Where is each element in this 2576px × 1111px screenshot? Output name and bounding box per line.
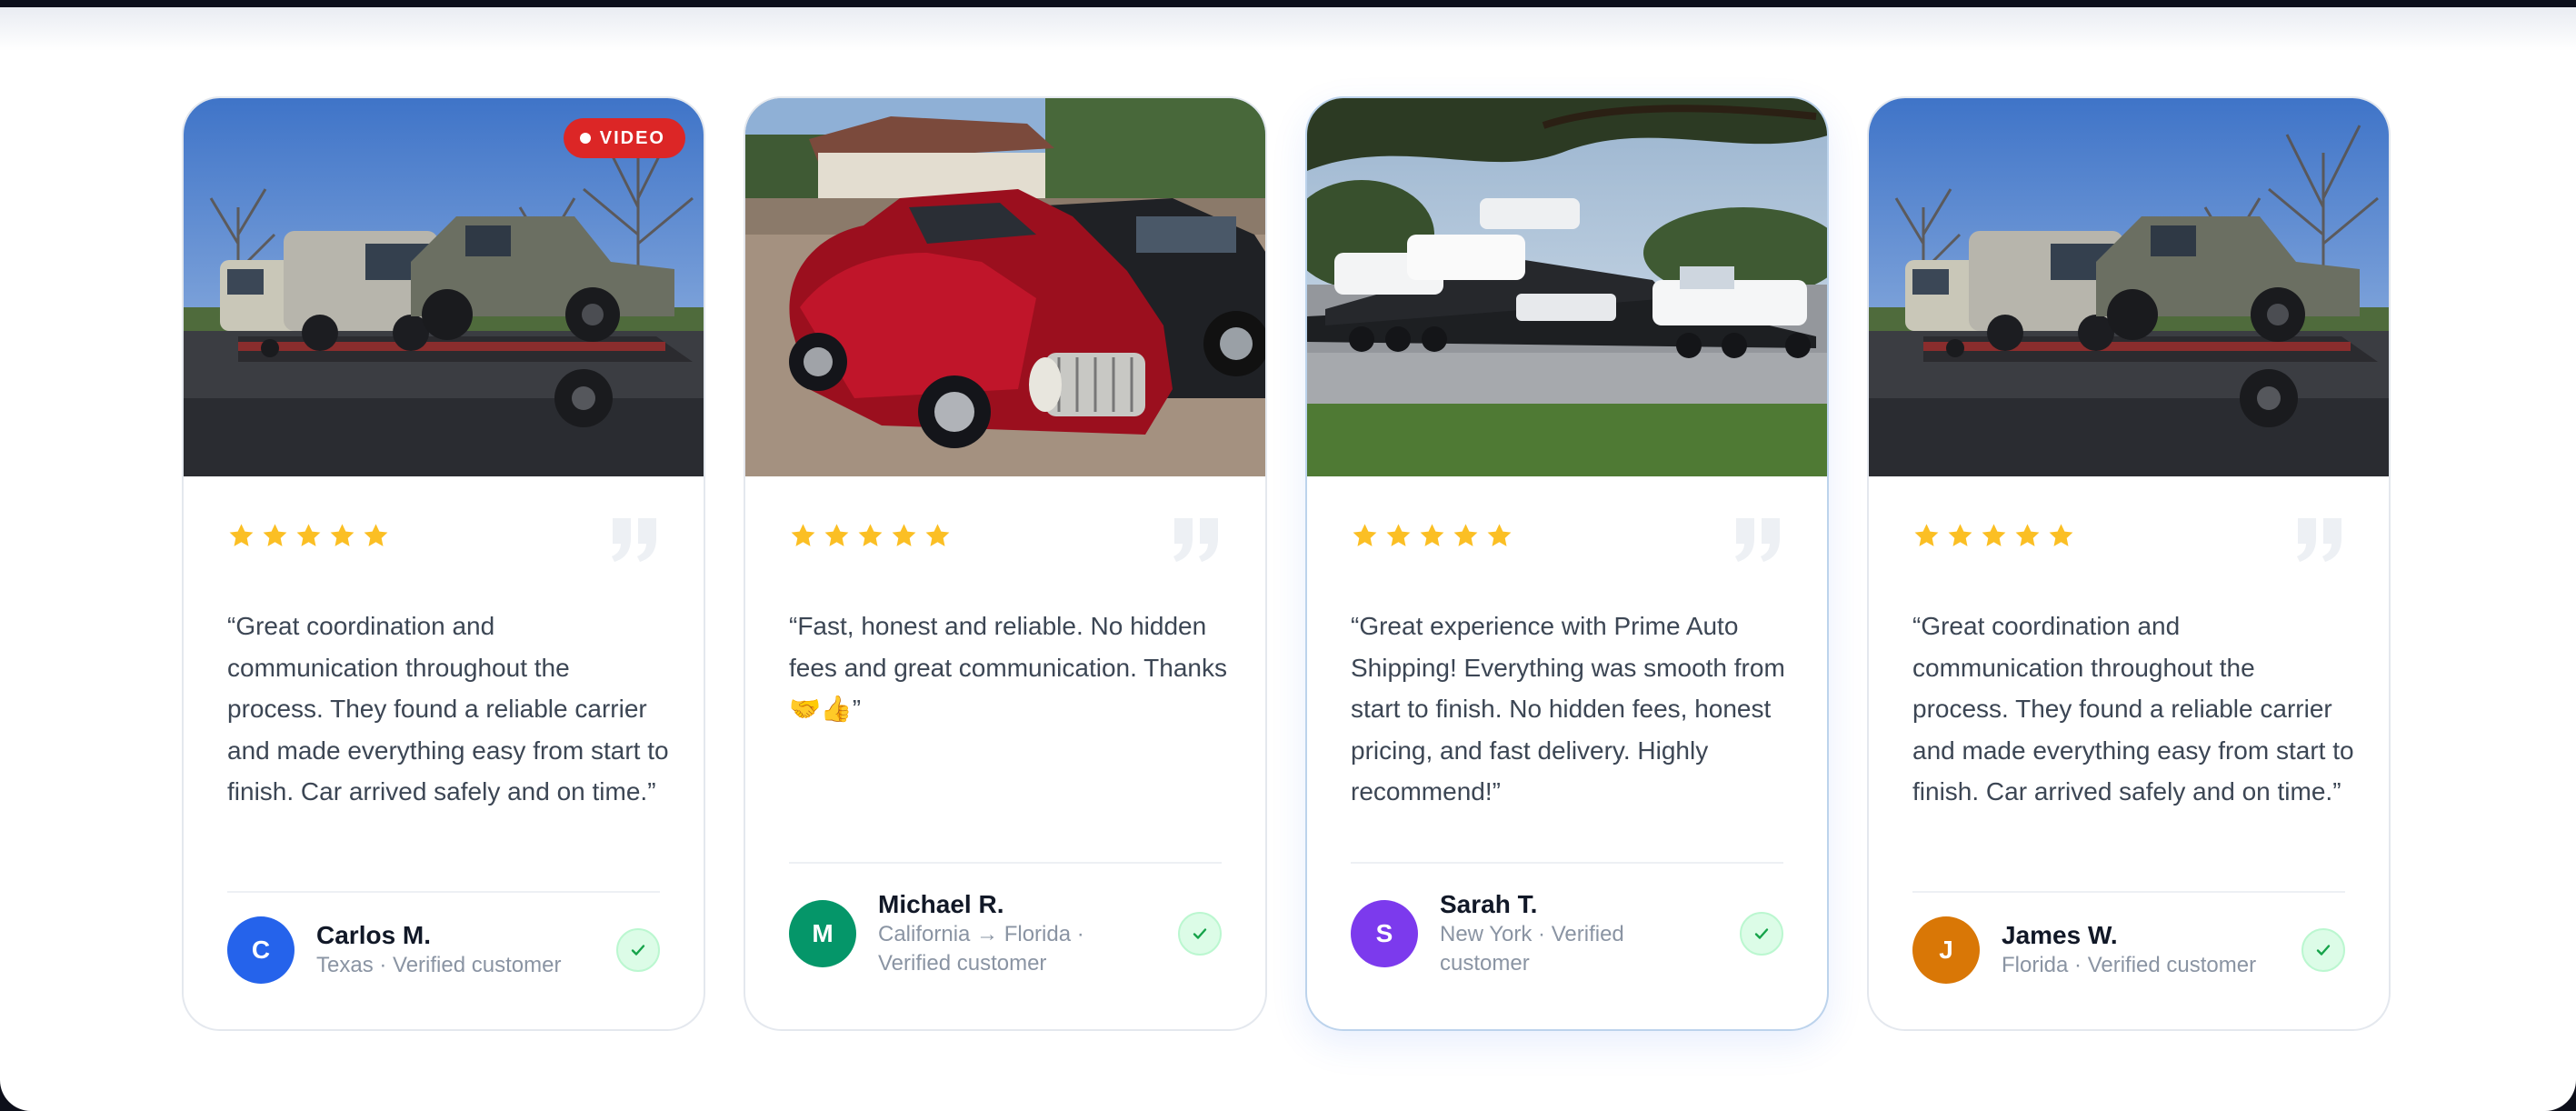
hot-rod-photo [745,98,1265,476]
verified-badge [1740,912,1783,956]
trailer-photo [1869,98,2389,476]
testimonial-video-thumbnail[interactable]: VIDEO [184,98,704,476]
star-icon [925,524,950,546]
testimonials-section: VIDEO “Great coordination and communicat… [0,7,2576,1111]
divider [227,891,660,893]
star-icon [1982,524,2006,546]
avatar: J [1912,916,1980,984]
testimonial-photo[interactable] [1869,98,2389,476]
video-badge-label: VIDEO [599,127,665,148]
author-name: Michael R. [878,890,1004,918]
quote-icon [1735,518,1780,562]
divider [1912,891,2345,893]
author-name: Sarah T. [1440,890,1538,918]
star-icon [824,524,849,546]
quote-icon [1173,518,1218,562]
star-rating [1351,522,1513,550]
testimonial-photo[interactable] [1307,98,1827,476]
quote-icon [612,518,656,562]
author-info: J James W. Florida · Verified customer [1912,916,2345,984]
star-icon [229,524,254,546]
star-icon [1948,524,1972,546]
star-icon [791,524,815,546]
avatar: C [227,916,295,984]
testimonial-quote: “Great coordination and communication th… [227,612,669,806]
star-icon [2049,524,2073,546]
author-meta: Texas · Verified customer [316,953,562,977]
author-info: S Sarah T. New York · Verified customer [1351,889,1783,978]
divider [1351,862,1783,864]
star-rating [227,522,390,550]
divider [789,862,1222,864]
star-icon [1914,524,1939,546]
star-icon [1386,524,1411,546]
author-meta: New York · Verified customer [1440,922,1624,976]
star-icon [263,524,287,546]
testimonial-quote: “Great experience with Prime Auto Shippi… [1351,612,1785,806]
page: VIDEO “Great coordination and communicat… [0,0,2576,1111]
star-icon [2015,524,2040,546]
testimonial-quote: “Great coordination and communication th… [1912,612,2354,806]
testimonial-card[interactable]: “Great experience with Prime Auto Shippi… [1305,96,1829,1031]
testimonial-card[interactable]: VIDEO “Great coordination and communicat… [182,96,705,1031]
star-icon [330,524,354,546]
testimonial-grid: VIDEO “Great coordination and communicat… [182,96,2392,1031]
verified-badge [2301,928,2345,972]
star-icon [1453,524,1478,546]
avatar: M [789,900,856,967]
star-icon [364,524,388,546]
star-icon [1487,524,1512,546]
quote-icon [2297,518,2341,562]
video-badge[interactable]: VIDEO [563,118,685,158]
testimonial-quote: “Fast, honest and reliable. No hidden fe… [789,612,1227,723]
author-meta: Florida · Verified customer [2002,953,2257,977]
verified-badge [1178,912,1222,956]
testimonial-card[interactable]: “Great coordination and communication th… [1867,96,2391,1031]
author-meta: California → Florida · Verified customer [878,922,1084,976]
verified-badge [616,928,660,972]
avatar: S [1351,900,1418,967]
star-icon [1353,524,1377,546]
record-dot-icon [579,133,591,144]
star-icon [296,524,321,546]
star-rating [789,522,952,550]
author-info: C Carlos M. Texas · Verified customer [227,916,660,984]
star-icon [1420,524,1444,546]
author-info: M Michael R. California → Florida · Veri… [789,889,1222,978]
star-rating [1912,522,2075,550]
testimonial-card[interactable]: “Fast, honest and reliable. No hidden fe… [744,96,1267,1031]
author-name: Carlos M. [316,921,432,949]
star-icon [858,524,883,546]
car-hauler-photo [1307,98,1827,476]
top-bar [0,0,2576,7]
check-icon [1193,928,1207,939]
testimonial-photo[interactable] [745,98,1265,476]
check-icon [631,945,645,956]
author-name: James W. [2002,921,2118,949]
check-icon [2316,945,2331,956]
star-icon [892,524,916,546]
check-icon [1754,928,1769,939]
